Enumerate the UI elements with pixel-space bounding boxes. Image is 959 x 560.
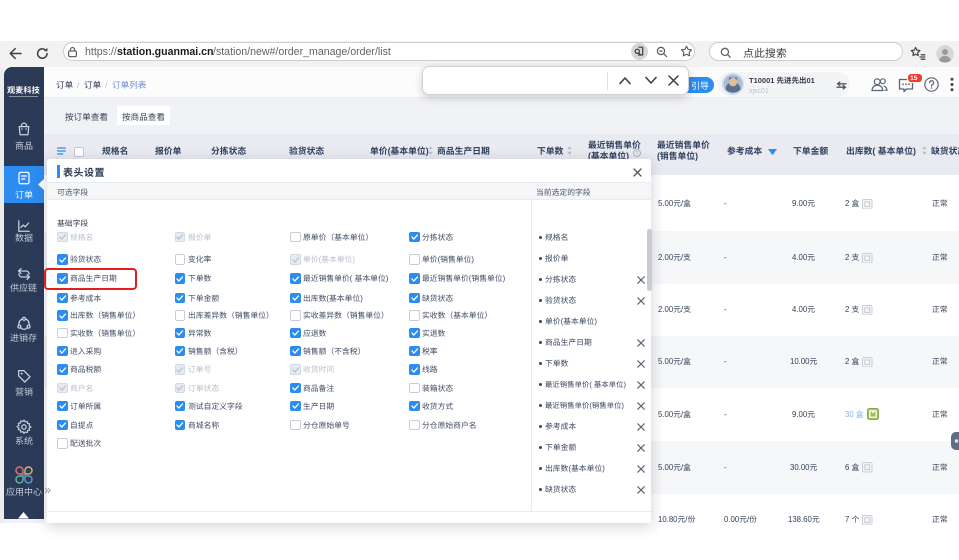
svg-text:-: -: [724, 199, 727, 208]
svg-text:2.00: 2.00: [658, 253, 674, 262]
svg-text:5.00: 5.00: [658, 357, 674, 366]
svg-text:(: (: [319, 255, 322, 264]
svg-text:5.00: 5.00: [658, 463, 674, 472]
svg-text:xjxc01: xjxc01: [749, 88, 769, 95]
svg-text:138.60: 138.60: [788, 515, 813, 524]
svg-text:-: -: [724, 253, 727, 262]
svg-text:(: (: [350, 274, 353, 283]
svg-text:2: 2: [845, 357, 849, 366]
svg-text:): ): [594, 317, 597, 326]
svg-text:2.00: 2.00: [658, 305, 674, 314]
svg-text:): ): [353, 255, 356, 264]
svg-text:): ): [621, 401, 623, 410]
svg-text:10.80: 10.80: [658, 515, 678, 524]
svg-text:station.guanmai.cn: station.guanmai.cn: [117, 46, 214, 58]
svg-text:5.00: 5.00: [658, 410, 674, 419]
svg-text:2: 2: [845, 253, 849, 262]
svg-text:5.00: 5.00: [658, 199, 674, 208]
svg-text:-: -: [724, 357, 727, 366]
svg-text:(: (: [872, 146, 875, 156]
svg-text:(: (: [327, 294, 330, 303]
svg-text:(: (: [568, 464, 571, 473]
svg-text:4.00: 4.00: [792, 305, 808, 314]
svg-text:-: -: [724, 410, 727, 419]
svg-text:?: ?: [636, 151, 639, 157]
svg-text:10.00: 10.00: [790, 357, 810, 366]
svg-text:6: 6: [845, 463, 849, 472]
svg-text:7: 7: [845, 515, 849, 524]
svg-text:(: (: [388, 146, 391, 156]
svg-text:-: -: [724, 305, 727, 314]
svg-text:(: (: [438, 255, 441, 264]
svg-text:): ): [913, 146, 916, 156]
svg-text:): ): [602, 464, 605, 473]
svg-text:4.00: 4.00: [792, 253, 808, 262]
svg-text:(: (: [657, 151, 660, 161]
svg-text:): ): [503, 274, 506, 283]
svg-text:T10001: T10001: [749, 76, 774, 85]
svg-text:): ): [472, 255, 475, 264]
svg-text:30: 30: [845, 410, 854, 419]
svg-text:): ): [695, 151, 698, 161]
svg-text:01: 01: [807, 76, 815, 85]
svg-text:https://: https://: [85, 46, 117, 58]
svg-text:): ): [361, 294, 364, 303]
svg-text:9.00: 9.00: [792, 199, 808, 208]
svg-text:): ): [386, 274, 389, 283]
svg-text:(: (: [469, 274, 472, 283]
svg-text:2: 2: [845, 305, 849, 314]
svg-text:15: 15: [910, 75, 918, 82]
svg-text:2: 2: [845, 199, 849, 208]
svg-text:): ): [623, 380, 625, 389]
svg-text:(: (: [560, 317, 563, 326]
svg-text:30.00: 30.00: [790, 463, 810, 472]
svg-text:9.00: 9.00: [792, 410, 808, 419]
svg-text:0.00: 0.00: [724, 515, 740, 524]
svg-text:/station/new#/order_manage/ord: /station/new#/order_manage/order/list: [213, 46, 391, 58]
svg-text:-: -: [724, 463, 727, 472]
